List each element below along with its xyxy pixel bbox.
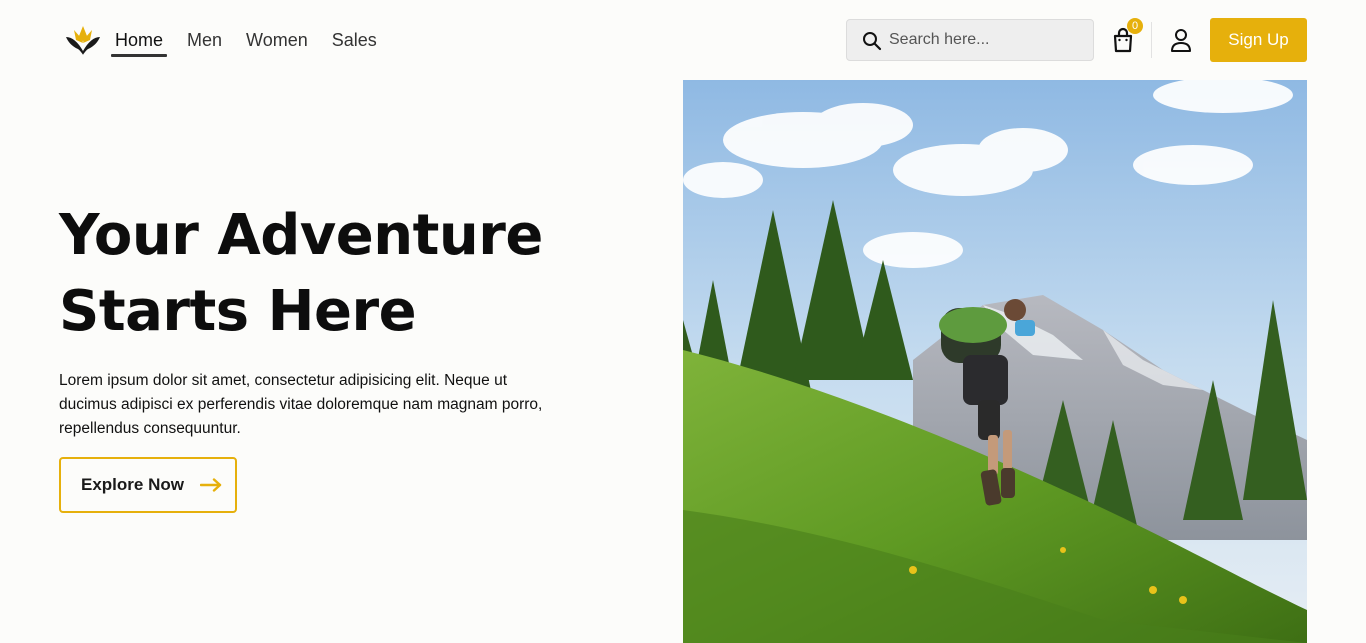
hero-title-line1: Your Adventure [59, 203, 543, 268]
main-nav: Home Men Women Sales [110, 28, 401, 58]
nav-women[interactable]: Women [246, 28, 308, 58]
hero-title-line2: Starts Here [59, 279, 417, 344]
hero-description: Lorem ipsum dolor sit amet, consectetur … [59, 372, 543, 437]
explore-now-label: Explore Now [81, 475, 184, 494]
nav-men[interactable]: Men [187, 28, 222, 58]
nav-home[interactable]: Home [110, 28, 168, 58]
signup-button[interactable]: Sign Up [1210, 18, 1307, 62]
cart-count-badge: 0 [1127, 18, 1143, 34]
hero-hiker-image [683, 80, 1307, 643]
user-account-icon[interactable] [1169, 27, 1193, 53]
explore-now-button[interactable]: Explore Now [59, 457, 237, 513]
header-divider [1151, 22, 1152, 58]
site-header: Home Men Women Sales 0 Sign Up [0, 0, 1366, 80]
nav-sales[interactable]: Sales [332, 28, 377, 58]
lotus-logo-icon[interactable] [64, 22, 102, 56]
arrow-right-icon [199, 478, 222, 492]
search-icon[interactable] [862, 31, 882, 51]
hero-title: Your Adventure Starts Here [59, 198, 619, 350]
search-box [846, 19, 1094, 61]
search-input[interactable] [889, 20, 1085, 60]
